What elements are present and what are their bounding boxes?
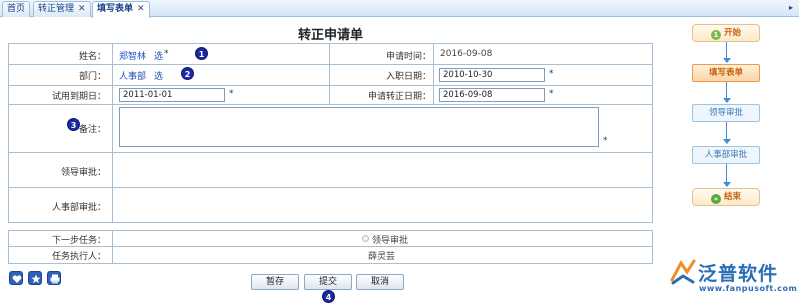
executor-value: 薛灵芸	[368, 252, 396, 262]
regularize-date-required-mark: *	[549, 89, 554, 99]
row-hr-approval: 人事部审批：	[8, 188, 653, 223]
next-task-option: 领导审批	[372, 236, 409, 246]
name-value: 郑智林	[119, 52, 147, 62]
executor-label: 任务执行人：	[51, 252, 106, 262]
scroll-right-icon[interactable]: ▸	[789, 3, 793, 12]
tab-fill-form[interactable]: 填写表单 ✕	[92, 1, 150, 18]
row-leader-approval: 领导审批：	[8, 153, 653, 188]
row-probation: 试用到期日： 2011-01-01 * 申请转正日期： 2016-09-08 *	[8, 86, 653, 105]
cell-divider	[433, 86, 434, 104]
remark-label: 备注：	[78, 125, 106, 135]
cell-divider	[112, 86, 113, 104]
flow-connector	[726, 82, 727, 99]
name-required-mark: *	[164, 49, 169, 59]
row-department: 部门： 人事部 选 2 入职日期： 2010-10-30 *	[8, 65, 653, 86]
flow-start-node: 1 开始	[692, 24, 760, 42]
cell-divider	[433, 44, 434, 64]
tab-home[interactable]: 首页	[2, 1, 31, 17]
department-label: 部门：	[78, 72, 106, 82]
flow-connector	[726, 122, 727, 139]
flow-end-icon: »	[710, 194, 721, 204]
flow-connector	[726, 42, 727, 59]
next-task-radio[interactable]	[362, 235, 369, 242]
tab-regularization-management[interactable]: 转正管理 ✕	[33, 1, 91, 17]
flow-arrow-icon	[723, 139, 731, 144]
department-select-link[interactable]: 选	[154, 69, 163, 82]
regularize-date-input[interactable]: 2016-09-08	[439, 88, 545, 102]
flow-node-leader-approval: 领导审批	[692, 104, 760, 122]
row-next-task: 下一步任务： 领导审批	[8, 230, 653, 247]
cell-divider	[329, 86, 330, 104]
row-remark: 3 备注： *	[8, 105, 653, 153]
close-icon[interactable]: ✕	[137, 2, 145, 17]
step-badge-2: 2	[181, 67, 194, 80]
apply-time-label: 申请时间：	[385, 52, 431, 62]
cell-divider	[112, 44, 113, 64]
entry-date-input[interactable]: 2010-10-30	[439, 68, 545, 82]
flow-arrow-icon	[723, 98, 731, 103]
entry-date-required-mark: *	[549, 69, 554, 79]
star-icon[interactable]	[28, 271, 42, 285]
flow-start-label: 开始	[723, 28, 741, 38]
cell-divider	[112, 153, 113, 187]
cell-divider	[329, 65, 330, 85]
apply-time-value: 2016-09-08	[440, 49, 493, 59]
cell-divider	[329, 44, 330, 64]
flow-node-hr-approval: 人事部审批	[692, 146, 760, 164]
name-select-link[interactable]: 选	[154, 49, 163, 62]
regularize-date-label: 申请转正日期：	[367, 92, 431, 102]
step-badge-4: 4	[322, 290, 335, 303]
cell-divider	[433, 65, 434, 85]
flow-start-icon: 1	[710, 30, 721, 40]
hr-approval-label: 人事部审批：	[51, 203, 106, 213]
tab-fill-form-label: 填写表单	[97, 4, 134, 14]
submit-button[interactable]: 提交	[304, 274, 352, 290]
tab-home-label: 首页	[7, 4, 26, 14]
cell-divider	[112, 247, 113, 263]
row-executor: 任务执行人： 薛灵芸	[8, 247, 653, 264]
leader-approval-label: 领导审批：	[60, 168, 106, 178]
print-icon[interactable]	[47, 271, 61, 285]
flow-node-fill-form: 填写表单	[692, 64, 760, 82]
probation-end-label: 试用到期日：	[51, 92, 106, 102]
step-badge-1: 1	[195, 47, 208, 60]
flow-connector	[726, 164, 727, 182]
heart-icon[interactable]	[9, 271, 23, 285]
cell-divider	[112, 188, 113, 222]
close-icon[interactable]: ✕	[78, 2, 86, 17]
name-label: 姓名：	[78, 52, 106, 62]
probation-end-required-mark: *	[229, 89, 234, 99]
flow-arrow-icon	[723, 182, 731, 187]
flow-end-label: 结束	[723, 192, 741, 202]
remark-required-mark: *	[603, 136, 608, 146]
remark-textarea[interactable]	[119, 107, 599, 147]
row-name: 姓名： 郑智林 选 * 1 申请时间： 2016-09-08	[8, 43, 653, 65]
logo-url: www.fanpusoft.com	[699, 284, 798, 293]
tab-regularization-management-label: 转正管理	[38, 4, 75, 14]
tab-bar: 首页 转正管理 ✕ 填写表单 ✕ ▸	[0, 0, 799, 18]
flow-end-node: » 结束	[692, 188, 760, 206]
entry-date-label: 入职日期：	[385, 72, 431, 82]
flow-arrow-icon	[723, 58, 731, 63]
cell-divider	[112, 105, 113, 152]
save-draft-button[interactable]: 暂存	[251, 274, 299, 290]
fanpu-logo-icon	[669, 258, 697, 289]
probation-end-input[interactable]: 2011-01-01	[119, 88, 225, 102]
cell-divider	[112, 65, 113, 85]
department-value: 人事部	[119, 72, 147, 82]
form-title: 转正申请单	[297, 28, 363, 43]
cancel-button[interactable]: 取消	[356, 274, 404, 290]
logo-name: 泛普软件	[698, 263, 779, 285]
next-task-label: 下一步任务：	[51, 236, 106, 246]
cell-divider	[112, 231, 113, 246]
